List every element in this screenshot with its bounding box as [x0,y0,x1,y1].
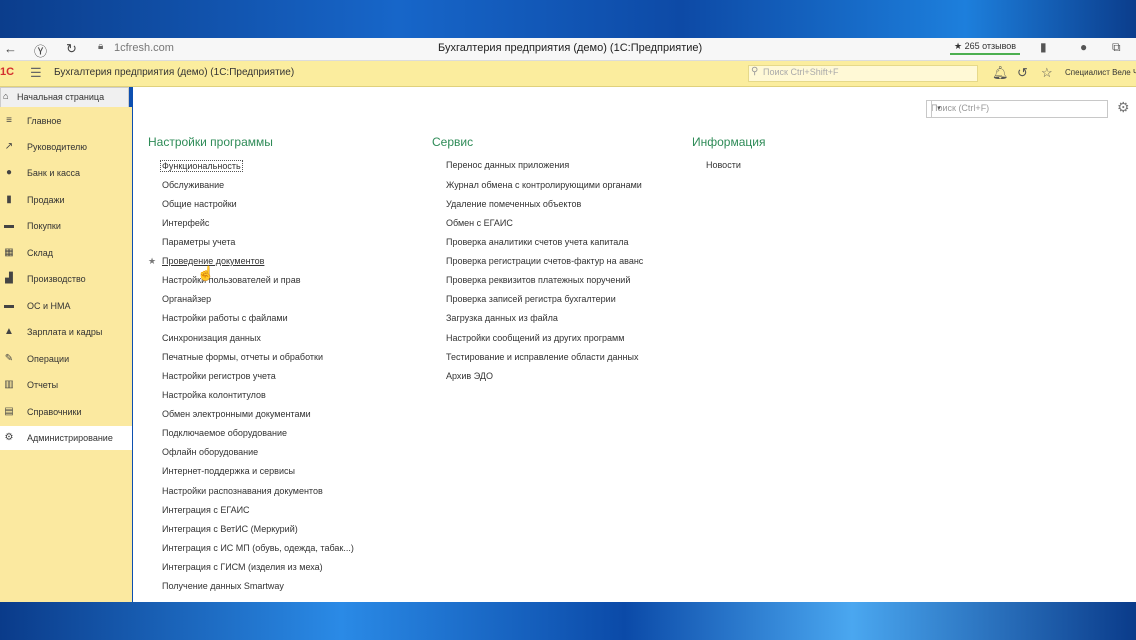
link-load-from-file[interactable]: Загрузка данных из файла [446,313,558,323]
link-organizer[interactable]: Органайзер [162,294,211,304]
dropdown-arrow-icon[interactable]: ▾ [931,101,946,117]
star-icon[interactable]: ☆ [1041,65,1053,81]
link-internet-support[interactable]: Интернет-поддержка и сервисы [162,466,295,476]
sidebar-item-salary[interactable]: ▲ Зарплата и кадры [0,320,132,344]
desktop-background-top [0,0,1136,38]
reload-icon[interactable]: ↻ [66,41,77,57]
operations-icon: ✎ [4,353,14,364]
lock-icon: 🔒︎ [98,41,104,52]
link-edo-archive[interactable]: Архив ЭДО [446,371,493,381]
reviews-badge[interactable]: ★ 265 отзывов [950,40,1021,55]
link-offline-equipment[interactable]: Офлайн оборудование [162,447,258,457]
link-test-repair[interactable]: Тестирование и исправление области данны… [446,352,638,362]
section-title-service: Сервис [432,135,474,149]
home-icon: ⌂ [3,91,9,101]
user-name[interactable]: Специалист Веле Ч [1065,68,1136,77]
link-egais-integration[interactable]: Интеграция с ЕГАИС [162,505,250,515]
home-page-tab[interactable]: ⌂ Начальная страница [0,87,129,108]
trend-icon: ↗ [4,141,14,152]
back-arrow-icon[interactable]: ← [4,41,17,56]
link-print-forms[interactable]: Печатные формы, отчеты и обработки [162,352,323,362]
link-news[interactable]: Новости [706,160,741,170]
link-edi[interactable]: Обмен электронными документами [162,409,311,419]
link-delete-marked[interactable]: Удаление помеченных объектов [446,199,581,209]
search-icon: ⚲ [751,66,759,77]
link-register-settings[interactable]: Настройки регистров учета [162,371,276,381]
truck-icon: ▬ [4,300,14,311]
chart-icon: ▥ [4,379,14,390]
link-check-register[interactable]: Проверка записей регистра бухгалтерии [446,294,616,304]
cart-icon: ▬ [4,220,14,231]
book-icon: ▤ [4,406,14,417]
hand-cursor-icon: ☝ [197,265,215,281]
gear-icon: ⚙ [4,432,14,443]
warehouse-icon: ▦ [4,247,14,258]
1c-logo: 1С [0,66,15,78]
panel-search-input[interactable]: Поиск (Ctrl+F) ▾ [926,100,1108,118]
factory-icon: ▟ [5,273,13,284]
sidebar-item-directories[interactable]: ▤ Справочники [0,400,132,424]
link-general-settings[interactable]: Общие настройки [162,199,237,209]
address-bar[interactable]: 1cfresh.com [114,42,174,54]
link-functionality[interactable]: Функциональность [160,160,243,172]
link-data-sync[interactable]: Синхронизация данных [162,333,261,343]
app-title: Бухгалтерия предприятия (демо) (1С:Предп… [54,67,295,78]
sidebar-item-administration[interactable]: ⚙ Администрирование [0,426,132,450]
sidebar-item-production[interactable]: ▟ Производство [0,267,132,291]
link-maintenance[interactable]: Обслуживание [162,180,224,190]
link-egais-exchange[interactable]: Обмен с ЕГАИС [446,218,513,228]
link-recognition[interactable]: Настройки распознавания документов [162,486,323,496]
sidebar-item-manager[interactable]: ↗ Руководителю [0,135,132,159]
link-exchange-log[interactable]: Журнал обмена с контролирующими органами [446,180,642,190]
link-check-payments[interactable]: Проверка реквизитов платежных поручений [446,275,630,285]
section-title-settings: Настройки программы [148,135,273,149]
list-icon: ≡ [6,115,12,126]
link-file-settings[interactable]: Настройки работы с файлами [162,313,288,323]
global-search-input[interactable]: ⚲ Поиск Ctrl+Shift+F [748,65,978,82]
main-panel: Поиск (Ctrl+F) ▾ ⚙ Настройки программы Ф… [133,87,1136,602]
person-icon: ▲ [4,326,14,337]
sidebar-item-bank[interactable]: ● Банк и касса [0,161,132,185]
coin-icon: ● [5,167,13,178]
link-accounting-params[interactable]: Параметры учета [162,237,235,247]
settings-gear-icon[interactable]: ⚙ [1117,99,1130,116]
bell-icon[interactable]: 🔔︎ [992,65,1009,81]
yandex-icon[interactable]: Ⓨ [34,41,47,60]
sidebar-item-purchases[interactable]: ▬ Покупки [0,214,132,238]
link-interface[interactable]: Интерфейс [162,218,209,228]
desktop-background-bottom [0,602,1136,640]
link-user-settings[interactable]: Настройки пользователей и прав [162,275,300,285]
browser-toolbar: ← Ⓨ ↻ 🔒︎ 1cfresh.com Бухгалтерия предпри… [0,38,1136,61]
bag-icon: ▮ [6,194,12,205]
app-header: 1С ☰ Бухгалтерия предприятия (демо) (1С:… [0,61,1136,87]
menu-icon[interactable]: ☰ [30,65,42,81]
copy-icon[interactable]: ⧉ [1112,40,1121,55]
sidebar-item-operations[interactable]: ✎ Операции [0,347,132,371]
history-icon[interactable]: ↺ [1017,65,1028,81]
link-check-invoices[interactable]: Проверка регистрации счетов-фактур на ав… [446,256,643,266]
sidebar-item-assets[interactable]: ▬ ОС и НМА [0,294,132,318]
favorite-star-icon[interactable]: ★ [148,256,156,267]
sidebar-item-sales[interactable]: ▮ Продажи [0,188,132,212]
link-check-capital[interactable]: Проверка аналитики счетов учета капитала [446,237,629,247]
link-headers-footers[interactable]: Настройка колонтитулов [162,390,266,400]
link-equipment[interactable]: Подключаемое оборудование [162,428,287,438]
extension-icon[interactable]: ● [1080,40,1087,54]
sidebar-item-warehouse[interactable]: ▦ Склад [0,241,132,265]
link-message-settings[interactable]: Настройки сообщений из других программ [446,333,624,343]
link-smartway[interactable]: Получение данных Smartway [162,581,284,591]
link-ismp-integration[interactable]: Интеграция с ИС МП (обувь, одежда, табак… [162,543,354,553]
sidebar-item-reports[interactable]: ▥ Отчеты [0,373,132,397]
link-vetis-integration[interactable]: Интеграция с ВетИС (Меркурий) [162,524,298,534]
sidebar: ≡ Главное ↗ Руководителю ● Банк и касса … [0,107,132,602]
link-data-transfer[interactable]: Перенос данных приложения [446,160,569,170]
bookmark-icon[interactable]: ▮ [1040,40,1047,54]
link-gism-integration[interactable]: Интеграция с ГИСМ (изделия из меха) [162,562,323,572]
sidebar-item-main[interactable]: ≡ Главное [0,109,132,133]
section-title-info: Информация [692,135,766,149]
browser-tab-title: Бухгалтерия предприятия (демо) (1С:Предп… [438,42,703,54]
